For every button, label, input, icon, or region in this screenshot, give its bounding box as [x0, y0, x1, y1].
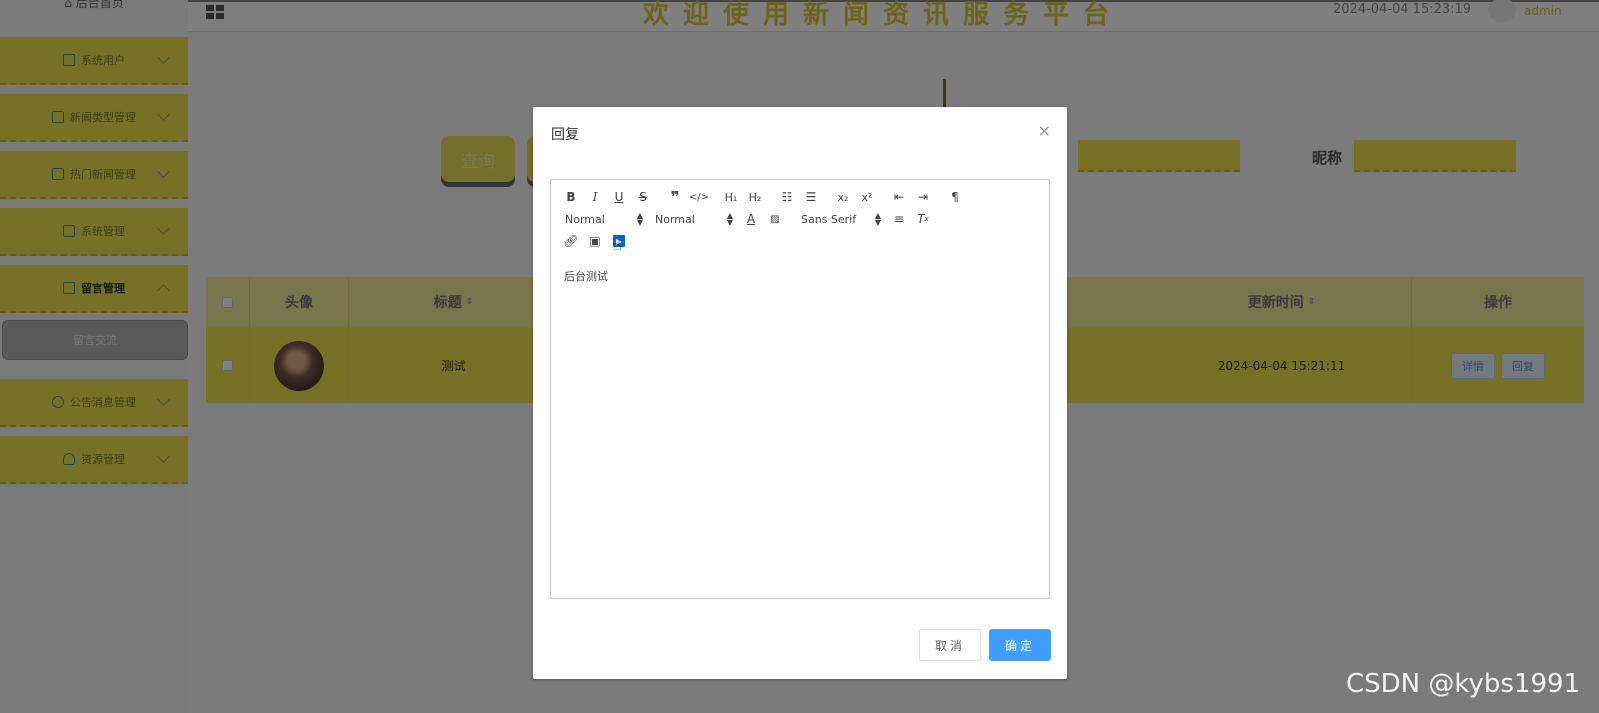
strike-icon[interactable]: S: [631, 186, 655, 208]
subscript-icon[interactable]: x₂: [831, 186, 855, 208]
select-arrows-icon: ▲ ▼: [636, 211, 643, 227]
rich-text-editor: B I U S ❞ </> H₁ H₂ ☷ ☰ x₂ x² ⇤ ⇥ ¶ Norm…: [550, 179, 1050, 599]
confirm-button[interactable]: 确定: [989, 629, 1051, 661]
align-icon[interactable]: ≡: [887, 208, 911, 230]
code-block-icon[interactable]: </>: [687, 186, 711, 208]
cancel-button[interactable]: 取消: [919, 629, 981, 661]
text-direction-icon[interactable]: ¶: [943, 186, 967, 208]
superscript-icon[interactable]: x²: [855, 186, 879, 208]
font-select-value: Sans Serif: [801, 212, 857, 226]
hand-cursor-icon: ☝: [613, 238, 622, 254]
editor-content[interactable]: 后台测试: [564, 268, 608, 284]
size-select-value: Normal: [655, 212, 695, 226]
watermark: CSDN @kybs1991: [1346, 669, 1581, 699]
blockquote-icon[interactable]: ❞: [663, 186, 687, 208]
reply-dialog: 回复 × B I U S ❞ </> H₁ H₂ ☷ ☰ x₂ x² ⇤ ⇥ ¶…: [533, 107, 1067, 679]
outdent-icon[interactable]: ⇤: [887, 186, 911, 208]
link-icon[interactable]: 🔗︎: [559, 230, 583, 252]
select-arrows-icon: ▲ ▼: [874, 211, 881, 227]
font-select[interactable]: Sans Serif ▲ ▼: [795, 208, 887, 230]
italic-icon[interactable]: I: [583, 186, 607, 208]
header-select[interactable]: Normal ▲ ▼: [559, 208, 649, 230]
background-color-icon[interactable]: ▨: [763, 208, 787, 230]
size-select[interactable]: Normal ▲ ▼: [649, 208, 739, 230]
header1-icon[interactable]: H₁: [719, 186, 743, 208]
header-select-value: Normal: [565, 212, 605, 226]
select-arrows-icon: ▲ ▼: [726, 211, 733, 227]
editor-toolbar: B I U S ❞ </> H₁ H₂ ☷ ☰ x₂ x² ⇤ ⇥ ¶ Norm…: [551, 180, 1049, 260]
bold-icon[interactable]: B: [559, 186, 583, 208]
ordered-list-icon[interactable]: ☷: [775, 186, 799, 208]
dialog-title: 回复: [551, 127, 579, 143]
clear-format-icon[interactable]: Tx: [911, 208, 935, 230]
header2-icon[interactable]: H₂: [743, 186, 767, 208]
indent-icon[interactable]: ⇥: [911, 186, 935, 208]
underline-icon[interactable]: U: [607, 186, 631, 208]
bullet-list-icon[interactable]: ☰: [799, 186, 823, 208]
close-icon[interactable]: ×: [1038, 121, 1051, 140]
image-icon[interactable]: ▣: [583, 230, 607, 252]
text-color-icon[interactable]: A: [739, 208, 763, 230]
